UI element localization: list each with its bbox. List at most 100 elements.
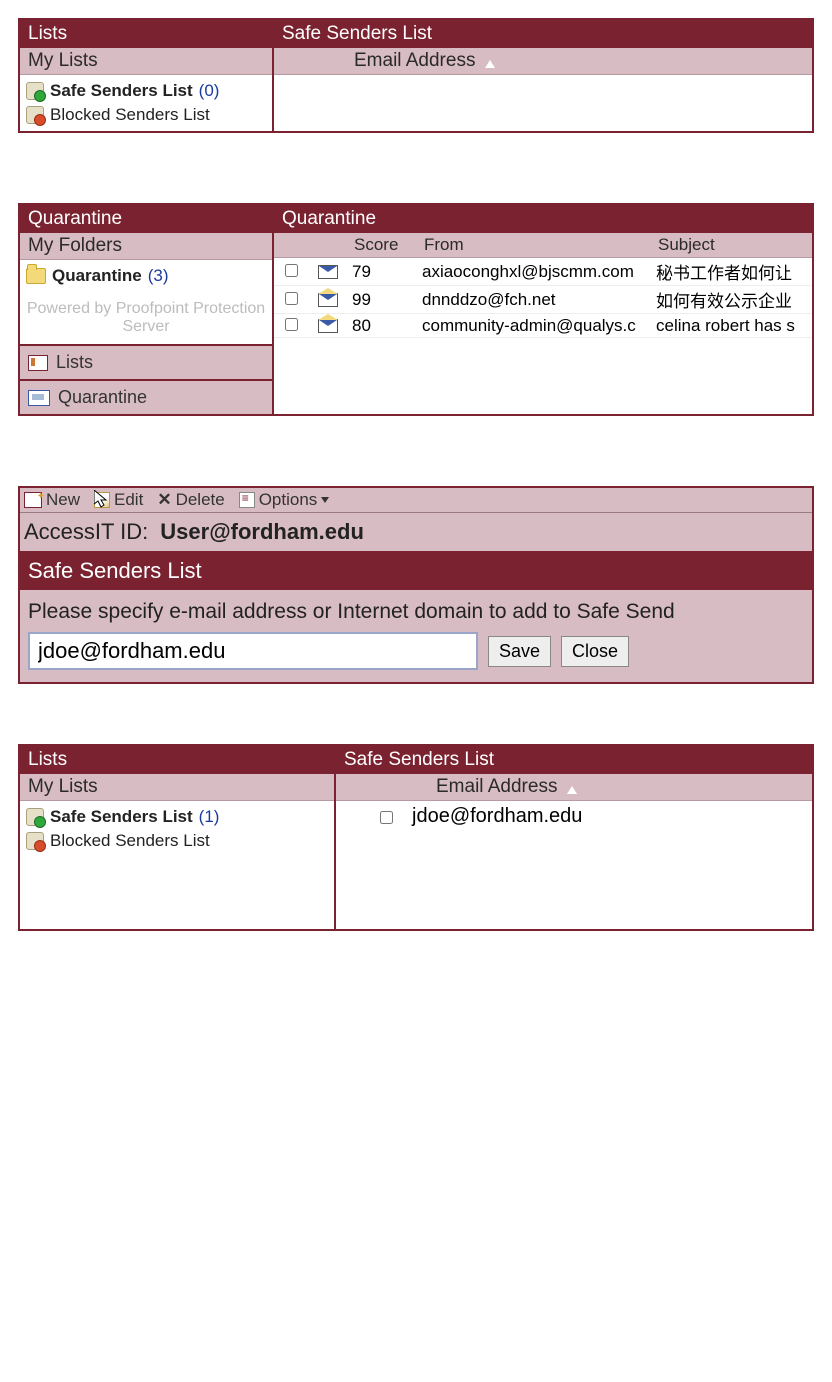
sidebar-subtitle: My Folders <box>20 233 272 260</box>
toolbar-options[interactable]: Options <box>239 490 330 510</box>
row-checkbox[interactable] <box>380 811 393 824</box>
toolbar-label: Delete <box>176 490 225 510</box>
column-header-email[interactable]: Email Address <box>274 48 812 75</box>
content-title: Safe Senders List <box>336 746 812 774</box>
cell-score: 99 <box>348 286 418 314</box>
cell-score: 80 <box>348 314 418 338</box>
safe-senders-content: Safe Senders List Email Address jdoe@for… <box>336 746 812 929</box>
edit-panel: New Edit ✕ Delete Options AccessIT ID: U… <box>18 486 814 684</box>
row-checkbox[interactable] <box>285 318 298 331</box>
cell-score: 79 <box>348 258 418 286</box>
row-checkbox[interactable] <box>285 264 298 277</box>
instruction-text: Please specify e-mail address or Interne… <box>20 590 812 632</box>
table-row[interactable]: 79 axiaoconghxl@bjscmm.com 秘书工作者如何让 <box>274 258 812 286</box>
lists-sidebar: Lists My Lists Safe Senders List (1) Blo… <box>20 746 336 929</box>
tree-item-label: Blocked Senders List <box>50 105 210 125</box>
tree-item-label: Quarantine <box>52 266 142 286</box>
powered-by-text: Powered by Proofpoint Protection Server <box>20 292 272 344</box>
envelope-open-icon <box>318 293 338 307</box>
toolbar: New Edit ✕ Delete Options <box>20 488 812 513</box>
sort-ascending-icon <box>485 60 495 68</box>
column-label: Email Address <box>436 776 557 798</box>
quarantine-sidebar: Quarantine My Folders Quarantine (3) Pow… <box>20 205 274 414</box>
quarantine-icon <box>28 390 50 406</box>
sidebar-title: Lists <box>20 746 334 774</box>
lists-sidebar: Lists My Lists Safe Senders List (0) Blo… <box>20 20 274 131</box>
add-sender-row: Save Close <box>20 632 812 682</box>
toolbar-label: Edit <box>114 490 143 510</box>
cell-subject: 秘书工作者如何让 <box>652 258 812 286</box>
toolbar-label: New <box>46 490 80 510</box>
tree-item-safe-senders[interactable]: Safe Senders List (1) <box>26 805 328 829</box>
tree-item-quarantine-folder[interactable]: Quarantine (3) <box>26 264 266 288</box>
tree-item-label: Blocked Senders List <box>50 831 210 851</box>
shield-block-icon <box>26 832 44 850</box>
column-subject[interactable]: Subject <box>652 233 812 258</box>
table-row[interactable]: 99 dnnddzo@fch.net 如何有效公示企业 <box>274 286 812 314</box>
nav-label: Quarantine <box>58 387 147 408</box>
quarantine-table: Score From Subject 79 axiaoconghxl@bjscm… <box>274 233 812 338</box>
tree-item-safe-senders[interactable]: Safe Senders List (0) <box>26 79 266 103</box>
nav-lists[interactable]: Lists <box>20 344 272 379</box>
sidebar-subtitle: My Lists <box>20 774 334 801</box>
cell-subject: celina robert has s <box>652 314 812 338</box>
save-button[interactable]: Save <box>488 636 551 667</box>
row-checkbox[interactable] <box>285 292 298 305</box>
email-input[interactable] <box>28 632 478 670</box>
envelope-open-icon <box>318 319 338 333</box>
shield-block-icon <box>26 106 44 124</box>
content-title: Quarantine <box>274 205 812 233</box>
tree-item-label: Safe Senders List <box>50 81 193 101</box>
tree-item-count: (0) <box>199 81 220 101</box>
accessit-value: User@fordham.edu <box>160 519 364 545</box>
safe-senders-content: Safe Senders List Email Address <box>274 20 812 131</box>
lists-tree: Safe Senders List (1) Blocked Senders Li… <box>20 801 334 929</box>
sidebar-subtitle: My Lists <box>20 48 272 75</box>
lists-icon <box>28 355 48 371</box>
column-score[interactable]: Score <box>348 233 418 258</box>
shield-check-icon <box>26 808 44 826</box>
folder-icon <box>26 268 46 284</box>
accessit-label: AccessIT ID: <box>24 519 148 545</box>
lists-panel-populated: Lists My Lists Safe Senders List (1) Blo… <box>18 744 814 931</box>
cell-from: dnnddzo@fch.net <box>418 286 652 314</box>
quarantine-panel: Quarantine My Folders Quarantine (3) Pow… <box>18 203 814 416</box>
folders-tree: Quarantine (3) <box>20 260 272 292</box>
quarantine-content: Quarantine Score From Subject 79 axiaoco… <box>274 205 812 414</box>
tree-item-count: (3) <box>148 266 169 286</box>
cell-subject: 如何有效公示企业 <box>652 286 812 314</box>
table-row[interactable]: 80 community-admin@qualys.c celina rober… <box>274 314 812 338</box>
close-button[interactable]: Close <box>561 636 629 667</box>
sidebar-title: Quarantine <box>20 205 272 233</box>
mouse-cursor-icon <box>94 490 110 508</box>
nav-quarantine[interactable]: Quarantine <box>20 379 272 414</box>
options-icon <box>239 492 255 508</box>
cell-from: axiaoconghxl@bjscmm.com <box>418 258 652 286</box>
cell-from: community-admin@qualys.c <box>418 314 652 338</box>
accessit-id-row: AccessIT ID: User@fordham.edu <box>20 513 812 552</box>
toolbar-label: Options <box>259 490 318 510</box>
column-label: Email Address <box>354 50 475 72</box>
toolbar-delete[interactable]: ✕ Delete <box>157 490 224 510</box>
new-icon <box>24 492 42 508</box>
envelope-closed-icon <box>318 265 338 279</box>
toolbar-new[interactable]: New <box>24 490 80 510</box>
section-title: Safe Senders List <box>20 552 812 590</box>
dropdown-caret-icon <box>321 497 329 503</box>
lists-panel-empty: Lists My Lists Safe Senders List (0) Blo… <box>18 18 814 133</box>
column-header-email[interactable]: Email Address <box>336 774 812 801</box>
sender-email: jdoe@fordham.edu <box>412 805 582 828</box>
tree-item-blocked-senders[interactable]: Blocked Senders List <box>26 103 266 127</box>
content-title: Safe Senders List <box>274 20 812 48</box>
shield-check-icon <box>26 82 44 100</box>
tree-item-count: (1) <box>199 807 220 827</box>
sender-list-row[interactable]: jdoe@fordham.edu <box>336 801 812 828</box>
lists-tree: Safe Senders List (0) Blocked Senders Li… <box>20 75 272 131</box>
delete-icon: ✕ <box>157 490 171 510</box>
sidebar-title: Lists <box>20 20 272 48</box>
nav-label: Lists <box>56 352 93 373</box>
column-from[interactable]: From <box>418 233 652 258</box>
tree-item-label: Safe Senders List <box>50 807 193 827</box>
sort-ascending-icon <box>567 786 577 794</box>
tree-item-blocked-senders[interactable]: Blocked Senders List <box>26 829 328 853</box>
